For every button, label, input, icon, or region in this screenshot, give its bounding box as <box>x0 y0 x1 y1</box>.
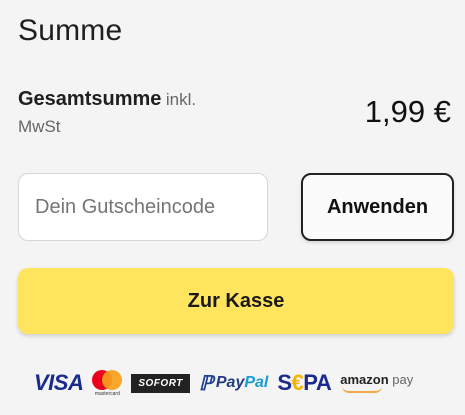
tax-note: inkl. <box>165 90 197 109</box>
paypal-icon: ℙ <box>198 372 213 395</box>
sofort-logo: SOFORT <box>131 373 190 393</box>
mastercard-icon <box>92 369 123 390</box>
amazon-text: amazon <box>340 371 389 387</box>
tax-note-mwst: MwSt <box>18 117 61 136</box>
paypal-logo: ℙ PayPal <box>199 371 269 396</box>
amazon-pay-text: pay <box>392 371 414 387</box>
apply-voucher-button[interactable]: Anwenden <box>301 173 454 241</box>
sepa-logo: S€PA <box>277 370 331 396</box>
total-label: Gesamtsumme <box>18 88 162 110</box>
visa-logo: VISA <box>34 370 84 395</box>
amazon-pay-logo: amazon pay <box>340 371 414 393</box>
total-amount: 1,99 € <box>364 94 451 129</box>
total-label-block: Gesamtsumme inkl. MwSt <box>18 86 248 141</box>
paypal-pal-text: Pal <box>244 374 269 391</box>
sepa-s: S <box>277 370 292 395</box>
mastercard-logo: mastercard <box>92 369 123 397</box>
sepa-euro-icon: € <box>291 370 304 395</box>
page-title: Summe <box>18 14 123 47</box>
checkout-button[interactable]: Zur Kasse <box>18 268 454 334</box>
amazon-smile-icon <box>342 386 383 393</box>
paypal-pay-text: Pay <box>215 374 245 391</box>
sepa-pa: PA <box>303 370 332 395</box>
payment-methods: VISA mastercard SOFORT ℙ PayPal S€PA ama… <box>34 366 413 400</box>
voucher-code-input[interactable] <box>18 173 268 241</box>
mastercard-label: mastercard <box>94 390 120 397</box>
